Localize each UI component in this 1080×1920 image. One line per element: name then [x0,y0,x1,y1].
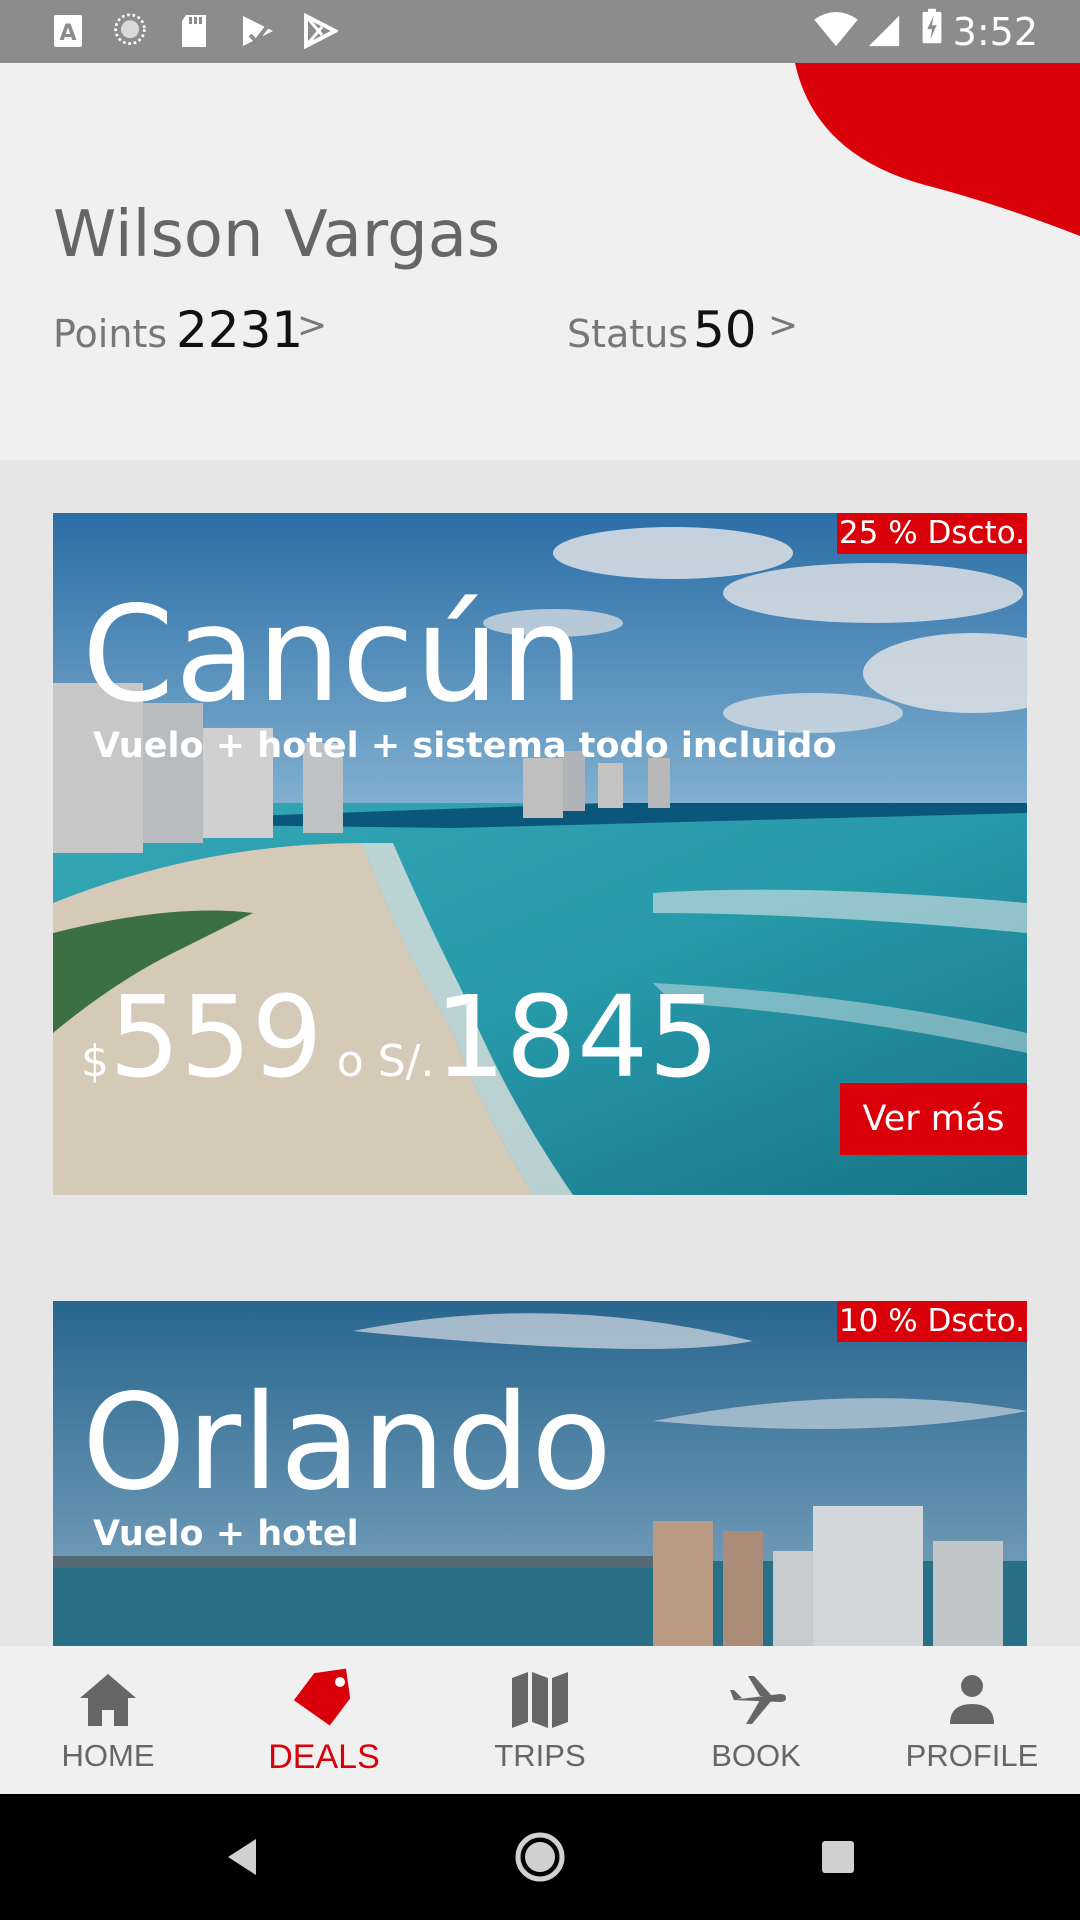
deal-subtitle: Vuelo + hotel + sistema todo incluido [93,726,837,766]
home-circle-icon[interactable] [510,1827,570,1887]
user-name: Wilson Vargas [53,198,501,272]
system-navigation-bar [0,1794,1080,1920]
points-value: 2231 [176,301,304,359]
screen: A 3:52 Wilson Vargas Points 2231 > Statu… [0,0,1080,1920]
font-a-icon: A [54,15,82,47]
nav-label: PROFILE [905,1738,1039,1773]
home-icon [80,1674,136,1726]
status-value: 50 [693,301,757,359]
destination-title: Cancún [82,578,585,732]
play-store-icon [243,16,273,46]
brand-accent-shape [795,63,1080,236]
bottom-navigation: HOME DEALS TRIPS BOOK PROFILE [0,1646,1080,1794]
discount-badge: 25 % Dscto. [836,513,1027,554]
deal-card-cancun[interactable]: 25 % Dscto. Cancún Vuelo + hotel + siste… [53,513,1027,1195]
back-icon[interactable] [212,1827,272,1887]
svg-text:A: A [59,21,76,46]
signal-icon [868,15,900,47]
nav-home[interactable]: HOME [0,1646,216,1794]
status-time: 3:52 [952,10,1038,54]
nav-deals[interactable]: DEALS [216,1646,432,1794]
points-chevron: > [297,305,328,346]
nav-label: DEALS [268,1738,380,1776]
nav-label: BOOK [711,1738,801,1773]
person-icon [950,1675,994,1724]
price-currency: $ [81,1036,109,1087]
status-bar: A 3:52 [0,0,1080,63]
discount-badge: 10 % Dscto. [836,1301,1027,1342]
deal-subtitle: Vuelo + hotel [93,1514,359,1554]
play-store-outline-icon [304,13,338,49]
price-pen: 1845 [434,973,720,1103]
sd-card-icon [182,15,206,47]
points-label: Points [53,312,168,356]
deal-card-orlando[interactable]: 10 % Dscto. Orlando Vuelo + hotel [53,1301,1027,1646]
status-label: Status [567,312,689,356]
price: $559 o S/.1845 [81,973,719,1103]
nav-label: TRIPS [494,1738,586,1773]
price-or: o S/. [336,1036,435,1087]
nav-book[interactable]: BOOK [648,1646,864,1794]
tag-icon [293,1668,351,1726]
nav-trips[interactable]: TRIPS [432,1646,648,1794]
profile-header: Wilson Vargas Points 2231 > Status 50 > [0,63,1080,460]
nav-profile[interactable]: PROFILE [864,1646,1080,1794]
map-icon [512,1672,568,1728]
destination-title: Orlando [82,1366,613,1520]
price-usd: 559 [109,973,323,1103]
status-chevron: > [768,305,799,346]
see-more-button[interactable]: Ver más [840,1083,1027,1155]
nav-label: HOME [61,1738,155,1773]
airplane-icon [730,1676,786,1724]
wifi-icon [814,12,858,47]
recents-icon[interactable] [808,1827,868,1887]
loading-circle-icon [114,13,146,45]
battery-charging-icon [922,8,942,44]
